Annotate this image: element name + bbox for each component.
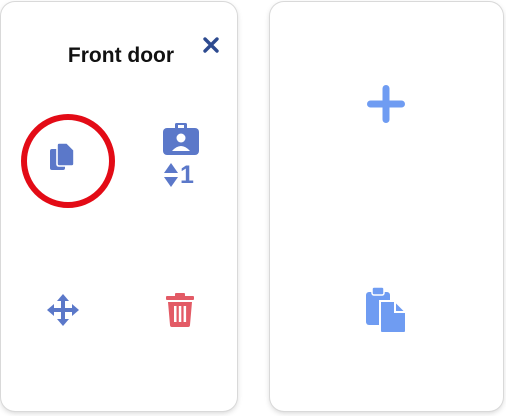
clipboard-paste-icon[interactable] (366, 287, 410, 335)
close-icon (203, 37, 219, 53)
move-arrows-icon[interactable] (47, 294, 79, 326)
empty-slot-card (270, 2, 503, 411)
order-number: 1 (180, 161, 194, 189)
plus-icon[interactable] (367, 85, 405, 123)
close-button[interactable] (199, 33, 223, 57)
copy-icon[interactable] (47, 141, 77, 173)
sort-arrows-icon (164, 163, 178, 187)
item-card: Front door 1 (1, 2, 237, 411)
trash-icon[interactable] (166, 293, 194, 327)
reorder-badge-button[interactable]: 1 (161, 123, 207, 193)
badge-icon (163, 123, 199, 155)
